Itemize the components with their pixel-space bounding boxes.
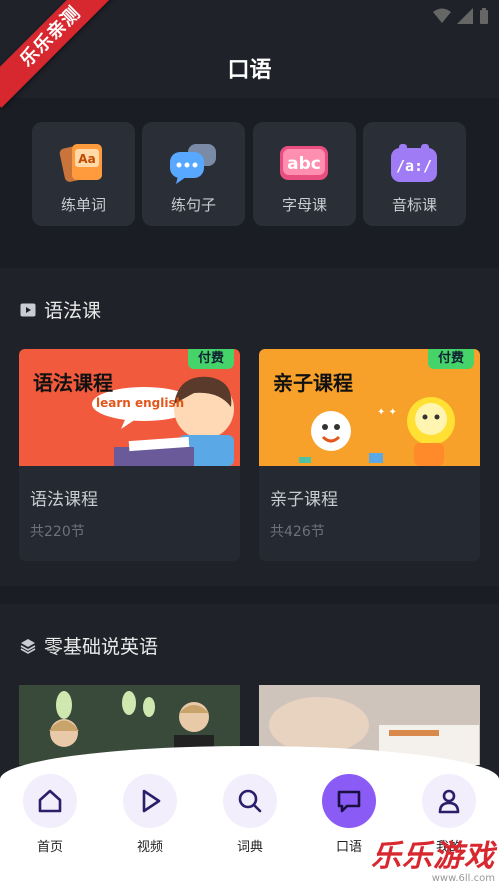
battery-icon [480,8,488,24]
quick-item-words[interactable]: Aa 练单词 [32,122,135,226]
quick-item-label: 字母课 [281,196,327,214]
quick-item-phonetics[interactable]: /a:/ 音标课 [363,122,466,226]
quick-item-label: 音标课 [391,196,437,214]
course-card-parent-child[interactable]: ✦ ✦ 亲子课程 付费 亲子课程 共426节 [259,349,480,561]
word-card-icon: Aa [59,144,102,182]
course-card-grammar[interactable]: 语法课程 learn english 付费 语法课程 共220节 [19,349,240,561]
search-icon [223,774,277,828]
top-bar: 口语 [0,34,499,98]
section-header: 语法课 [20,296,101,323]
lesson-count: 共220节 [30,524,85,540]
home-icon [23,774,77,828]
quick-item-label: 练句子 [170,196,216,214]
status-icons [433,8,489,24]
watermark: 乐乐游戏 www.6ll.com [371,831,495,884]
nav-item-speaking[interactable]: 口语 [321,774,377,855]
quick-item-sentences[interactable]: 练句子 [142,122,245,226]
abc-icon: abc [280,146,328,180]
thumbnail-title: 语法课程 [33,371,113,395]
quick-item-alphabet[interactable]: abc 字母课 [253,122,356,226]
thumbnail-title: 亲子课程 [273,371,353,395]
svg-text:/a:/: /a:/ [396,157,432,175]
phonetic-icon: /a:/ [391,144,437,182]
svg-text:Aa: Aa [78,152,95,166]
lesson-count: 共426节 [270,524,325,540]
speech-text: learn english [96,396,185,410]
play-icon [123,774,177,828]
nav-item-video[interactable]: 视频 [122,774,178,855]
wifi-icon [433,8,451,23]
paid-badge: 付费 [428,349,474,369]
page-title: 口语 [227,58,272,83]
nav-label: 词典 [236,840,263,855]
layers-icon [20,638,36,654]
section-header: 零基础说英语 [20,632,158,659]
svg-text:abc: abc [287,154,321,174]
paid-badge: 付费 [188,349,234,369]
quick-actions: Aa 练单词 练句子 abc 字母课 /a:/ 音标课 [0,98,499,252]
nav-label: 首页 [36,840,63,855]
section-title: 零基础说英语 [44,636,159,658]
grammar-section: 语法课 语法课程 learn english 付费 语法课程 共220节 ✦ ✦… [0,268,499,586]
svg-text:✦ ✦: ✦ ✦ [377,407,397,418]
card-title: 亲子课程 [270,490,338,510]
card-title: 语法课程 [30,490,98,510]
user-icon [422,774,476,828]
nav-item-dictionary[interactable]: 词典 [222,774,278,855]
speech-bubble-icon [322,774,376,828]
chat-bubbles-icon [170,144,216,184]
signal-icon [457,8,473,24]
nav-label: 视频 [136,840,163,855]
quick-item-label: 练单词 [60,196,106,214]
nav-label: 口语 [335,840,362,855]
section-title: 语法课 [44,300,102,322]
nav-item-home[interactable]: 首页 [22,774,78,855]
watermark-main: 乐乐游戏 [371,839,495,874]
video-icon [20,303,36,316]
